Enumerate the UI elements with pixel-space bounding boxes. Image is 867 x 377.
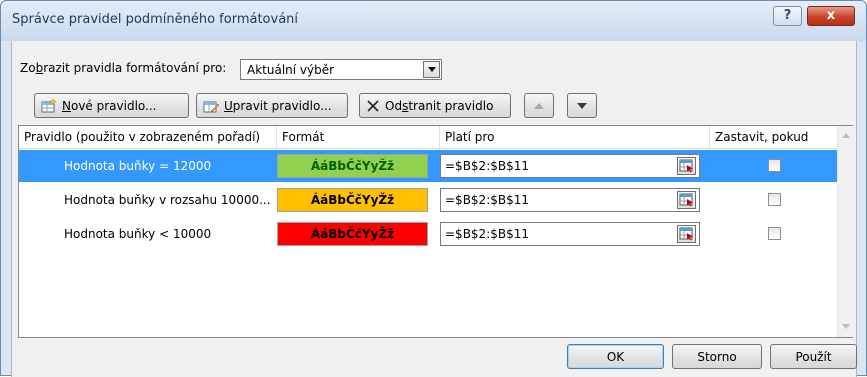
- rule-row[interactable]: Hodnota buňky < 10000 ÁáBbČčYyŽž =$B$2:$B$…: [19, 218, 837, 250]
- rules-list-header: Pravidlo (použito v zobrazeném pořadí) F…: [19, 126, 837, 166]
- applies-to-input[interactable]: =$B$2:$B$11: [440, 222, 700, 246]
- scroll-down-icon[interactable]: [842, 324, 850, 329]
- rule-row[interactable]: Hodnota buňky v rozsahu 10000... ÁáBbČčYy…: [19, 184, 837, 216]
- rules-list[interactable]: Pravidlo (použito v zobrazeném pořadí) F…: [18, 125, 853, 338]
- rule-description: Hodnota buňky v rozsahu 10000...: [64, 193, 271, 207]
- dropdown-arrow-icon[interactable]: [423, 61, 440, 78]
- applies-to-value: =$B$2:$B$11: [445, 159, 530, 173]
- close-button[interactable]: x: [807, 6, 855, 26]
- apply-button[interactable]: Použít: [770, 344, 857, 369]
- format-preview: ÁáBbČčYyŽž: [277, 222, 428, 246]
- move-down-button[interactable]: [567, 93, 597, 118]
- column-header-stop-if-true[interactable]: Zastavit, pokud platí: [710, 126, 837, 166]
- help-button[interactable]: ?: [773, 6, 802, 26]
- ok-button[interactable]: OK: [567, 344, 664, 369]
- edit-rule-button[interactable]: Upravit pravidlo...: [196, 93, 348, 118]
- stop-if-true-checkbox[interactable]: [768, 227, 781, 240]
- arrow-down-icon: [577, 102, 587, 109]
- range-picker-icon[interactable]: [677, 157, 696, 175]
- rule-description: Hodnota buňky < 10000: [64, 227, 212, 241]
- column-header-rule[interactable]: Pravidlo (použito v zobrazeném pořadí): [19, 126, 277, 148]
- cancel-button[interactable]: Storno: [672, 344, 762, 369]
- scroll-up-icon[interactable]: [842, 133, 850, 138]
- stop-if-true-checkbox[interactable]: [768, 159, 781, 172]
- title-bar[interactable]: Správce pravidel podmíněného formátování…: [1, 1, 866, 41]
- edit-rule-icon: [203, 99, 219, 113]
- dialog-title: Správce pravidel podmíněného formátování: [12, 12, 299, 27]
- new-rule-button[interactable]: Nové pravidlo...: [34, 93, 189, 118]
- show-rules-for-label: Zobrazit pravidla formátování pro:: [20, 61, 227, 75]
- show-rules-for-value: Aktuální výběr: [247, 63, 335, 77]
- delete-x-icon: [366, 99, 380, 113]
- applies-to-value: =$B$2:$B$11: [445, 193, 530, 207]
- applies-to-input[interactable]: =$B$2:$B$11: [440, 154, 700, 178]
- column-header-format[interactable]: Formát: [277, 126, 440, 148]
- range-picker-icon[interactable]: [677, 191, 696, 209]
- range-picker-icon[interactable]: [677, 225, 696, 243]
- format-preview: ÁáBbČčYyŽž: [277, 188, 428, 212]
- delete-rule-button[interactable]: Odstranit pravidlo: [359, 93, 511, 118]
- new-rule-icon: [41, 98, 57, 113]
- show-rules-for-dropdown[interactable]: Aktuální výběr: [240, 59, 442, 80]
- dialog-body: Zobrazit pravidla formátování pro: Aktuá…: [11, 41, 857, 377]
- rule-description: Hodnota buňky = 12000: [64, 159, 212, 173]
- rule-row[interactable]: Hodnota buňky = 12000 ÁáBbČčYyŽž =$B$2:$B$…: [19, 150, 837, 182]
- vertical-scrollbar[interactable]: [837, 126, 853, 337]
- stop-if-true-checkbox[interactable]: [768, 193, 781, 206]
- applies-to-input[interactable]: =$B$2:$B$11: [440, 188, 700, 212]
- conditional-formatting-rules-manager-dialog: Správce pravidel podmíněného formátování…: [0, 0, 867, 377]
- arrow-up-icon: [534, 102, 544, 109]
- move-up-button[interactable]: [524, 93, 554, 118]
- format-preview: ÁáBbČčYyŽž: [277, 154, 428, 178]
- column-header-applies-to[interactable]: Platí pro: [440, 126, 710, 148]
- applies-to-value: =$B$2:$B$11: [445, 227, 530, 241]
